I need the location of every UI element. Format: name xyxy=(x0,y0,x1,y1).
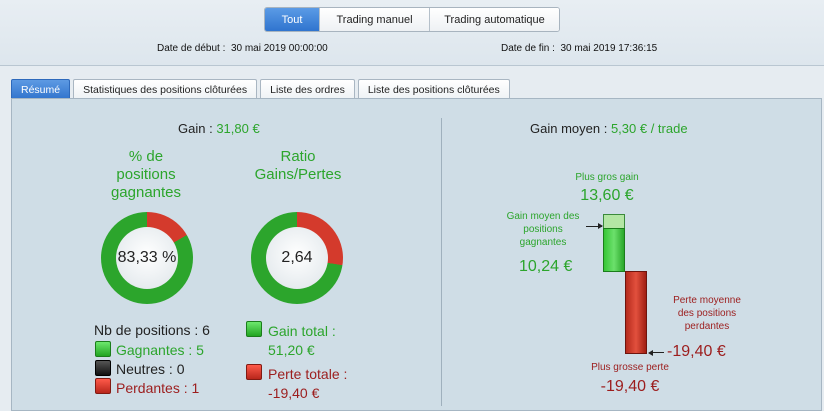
average-loss-label: Perte moyenne des positions perdantes xyxy=(662,294,752,333)
tab-bar: Résumé Statistiques des positions clôtur… xyxy=(11,79,513,99)
average-win-label-line: positions xyxy=(523,224,563,235)
start-date-value: 30 mai 2019 00:00:00 xyxy=(230,43,328,54)
tab-orders[interactable]: Liste des ordres xyxy=(260,79,355,99)
start-date-label: Date de début : xyxy=(157,43,226,54)
average-gain-label: Gain moyen xyxy=(530,121,601,136)
tab-closed-positions[interactable]: Liste des positions clôturées xyxy=(357,79,510,99)
biggest-loss-label: Plus grosse perte xyxy=(591,362,669,373)
average-win-bar xyxy=(603,228,625,272)
ratio-title-line: Gains/Pertes xyxy=(254,166,342,183)
tab-closed-stats[interactable]: Statistiques des positions clôturées xyxy=(73,79,258,99)
average-loss-label-line: Perte moyenne xyxy=(673,295,741,306)
end-date-value: 30 mai 2019 17:36:15 xyxy=(560,43,658,54)
gain-value: 31,80 € xyxy=(216,121,260,136)
win-percent-title-line: gagnantes xyxy=(110,184,182,201)
tab-summary[interactable]: Résumé xyxy=(11,79,71,99)
average-loss-value: -19,40 € xyxy=(667,343,726,360)
gain-summary: Gain : 31,80 € xyxy=(178,121,260,136)
average-loss-arrow xyxy=(652,352,664,353)
end-date: Date de fin : 30 mai 2019 17:36:15 xyxy=(501,43,657,54)
panel-divider xyxy=(441,118,442,406)
trading-filter: Tout Trading manuel Trading automatique xyxy=(264,7,560,32)
arrow-left-icon xyxy=(648,350,653,356)
end-date-label: Date de fin : xyxy=(501,43,555,54)
losers-swatch xyxy=(95,378,111,394)
filter-all-button[interactable]: Tout xyxy=(265,8,319,31)
average-loss-label-line: des positions xyxy=(677,308,737,319)
biggest-gain-value: 13,60 € xyxy=(580,187,634,204)
neutral-swatch xyxy=(95,360,111,376)
win-percent-title-line: % de xyxy=(128,148,164,165)
start-date: Date de début : 30 mai 2019 00:00:00 xyxy=(157,43,328,54)
gain-total: Gain total : 51,20 € xyxy=(268,322,336,360)
average-win-label-line: Gain moyen des xyxy=(506,211,580,222)
average-gain-summary: Gain moyen : 5,30 € / trade xyxy=(530,121,688,136)
gain-label: Gain xyxy=(178,121,206,136)
win-percent-value: 83,33 % xyxy=(116,227,178,289)
winners-swatch xyxy=(95,341,111,357)
filter-automatic-button[interactable]: Trading automatique xyxy=(429,8,559,31)
ratio-title: Ratio Gains/Pertes xyxy=(238,148,358,184)
win-percent-title: % de positions gagnantes xyxy=(96,148,196,202)
filter-manual-button[interactable]: Trading manuel xyxy=(319,8,429,31)
average-win-label-line: gagnantes xyxy=(519,237,567,248)
biggest-loss-value: -19,40 € xyxy=(600,378,660,395)
average-loss-bar xyxy=(625,271,647,354)
gain-total-label: Gain total : xyxy=(268,323,336,339)
average-loss-label-line: perdantes xyxy=(684,321,730,332)
average-win-value: 10,24 € xyxy=(519,258,573,275)
neutral-count: Neutres : 0 xyxy=(116,361,185,377)
ratio-value: 2,64 xyxy=(266,227,328,289)
loss-total: Perte totale : -19,40 € xyxy=(268,365,347,403)
positions-count: Nb de positions : 6 xyxy=(94,322,210,338)
gain-total-swatch xyxy=(246,321,262,337)
loss-total-label: Perte totale : xyxy=(268,366,348,382)
biggest-gain-label: Plus gros gain xyxy=(575,172,639,183)
win-percent-donut: 83,33 % xyxy=(101,212,193,304)
ratio-donut: 2,64 xyxy=(251,212,343,304)
win-percent-title-line: positions xyxy=(116,166,176,183)
gain-total-value: 51,20 € xyxy=(268,342,315,358)
average-gain-value: 5,30 € / trade xyxy=(610,121,688,136)
ratio-title-line: Ratio xyxy=(280,148,316,165)
winners-count: Gagnantes : 5 xyxy=(116,342,204,358)
biggest-gain-bar xyxy=(603,214,625,229)
average-win-label: Gain moyen des positions gagnantes xyxy=(498,210,588,249)
losers-count: Perdantes : 1 xyxy=(116,380,200,396)
loss-total-swatch xyxy=(246,364,262,380)
loss-total-value: -19,40 € xyxy=(268,385,320,401)
